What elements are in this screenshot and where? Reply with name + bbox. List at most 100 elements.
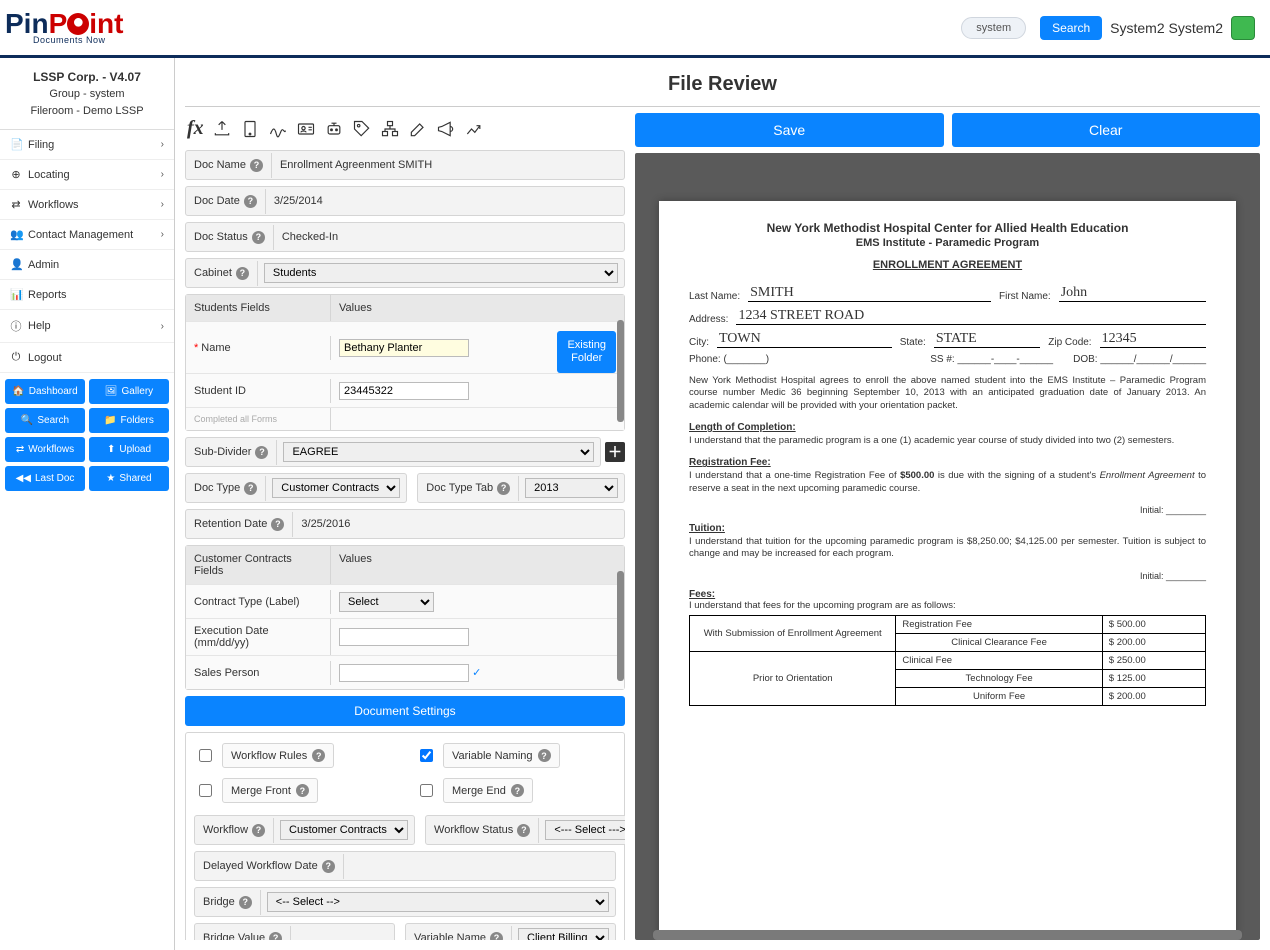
nav-help[interactable]: ⓘHelp› [0,310,174,343]
search-button[interactable]: Search [1040,16,1102,40]
form-column: fx Doc Name? Enrollment Agreenment SMITH [185,113,625,940]
scrollbar-thumb[interactable] [617,320,624,422]
help-icon[interactable]: ? [538,749,551,762]
help-icon[interactable]: ? [252,231,265,244]
doc-date-value[interactable]: 3/25/2014 [266,189,624,213]
field-label: Variable Naming [452,750,533,762]
btn-folders[interactable]: 📁 Folders [89,408,169,433]
doc-title: New York Methodist Hospital Center for A… [689,221,1206,235]
nav-logout[interactable]: ⏻Logout [0,343,174,373]
bridge-select[interactable]: <-- Select --> [267,892,609,912]
variable-name-select[interactable]: Client Billing [518,928,609,940]
btn-gallery[interactable]: 🖼 Gallery [89,379,169,404]
btn-upload[interactable]: ⬆ Upload [89,437,169,462]
scrollbar-thumb[interactable] [617,571,624,681]
add-subdivider-button[interactable]: ＋ [605,442,625,462]
help-icon[interactable]: ? [322,860,335,873]
help-icon[interactable]: ? [511,784,524,797]
help-icon[interactable]: ? [269,932,282,941]
workflow-status-select[interactable]: <--- Select ---> [545,820,625,840]
btn-shared[interactable]: ★ Shared [89,466,169,491]
field-label: Bridge [203,896,235,908]
doc-name-value[interactable]: Enrollment Agreenment SMITH [272,153,624,177]
field-label: Sub-Divider [194,446,251,458]
sales-person-input[interactable] [339,664,469,682]
nav-reports[interactable]: 📊Reports [0,280,174,310]
help-icon[interactable]: ? [239,896,252,909]
merge-end-checkbox[interactable] [420,784,433,797]
workflow-field: Workflow? Customer Contracts [194,815,415,845]
field-label: Execution Date (mm/dd/yy) [186,619,331,655]
students-fields-table: Students Fields Values *Name ExistingFol… [185,294,625,431]
avatar[interactable] [1231,16,1255,40]
nav-label: Workflows [28,199,79,211]
btn-dashboard[interactable]: 🏠 Dashboard [5,379,85,404]
save-button[interactable]: Save [635,113,944,147]
workflow-rules-checkbox[interactable] [199,749,212,762]
nav-filing[interactable]: 📄Filing› [0,130,174,160]
horizontal-scrollbar[interactable] [653,930,1242,940]
sign-icon[interactable] [268,119,288,139]
retention-value[interactable]: 3/25/2016 [293,512,624,536]
field-label: Workflow Rules [231,750,307,762]
workflow-rules-check: Workflow Rules? [194,743,395,768]
doc-toolbar: fx [185,113,625,150]
field-label: Contract Type (Label) [186,590,331,614]
id-icon[interactable] [296,119,316,139]
document-settings-header[interactable]: Document Settings [185,696,625,726]
variable-naming-checkbox[interactable] [420,749,433,762]
nav-label: Filing [28,139,54,151]
tag-icon[interactable] [352,119,372,139]
help-icon[interactable]: ? [271,518,284,531]
workflow-select[interactable]: Customer Contracts [280,820,408,840]
table-row: Sales Person ✓ [186,655,624,689]
delayed-workflow-value[interactable] [344,860,615,872]
nav-workflows[interactable]: ⇄Workflows› [0,190,174,220]
doctype-tab-select[interactable]: 2013 [525,478,618,498]
merge-front-check: Merge Front? [194,778,395,803]
btn-last-doc[interactable]: ◀◀ Last Doc [5,466,85,491]
help-icon[interactable]: ? [517,824,530,837]
help-icon[interactable]: ? [244,482,257,495]
nav-contact-mgmt[interactable]: 👥Contact Management› [0,220,174,250]
btn-workflows[interactable]: ⇄ Workflows [5,437,85,462]
export-icon[interactable] [212,119,232,139]
clear-button[interactable]: Clear [952,113,1261,147]
help-icon[interactable]: ? [236,267,249,280]
help-icon[interactable]: ? [255,446,268,459]
merge-front-checkbox[interactable] [199,784,212,797]
name-input[interactable] [339,339,469,357]
field-label: Sales Person [186,661,331,685]
bot-icon[interactable] [324,119,344,139]
tree-icon[interactable] [380,119,400,139]
device-icon[interactable] [240,119,260,139]
help-icon[interactable]: ? [490,932,503,941]
sidebar-buttons: 🏠 Dashboard 🖼 Gallery 🔍 Search 📁 Folders… [0,373,174,497]
field-label: Student ID [186,379,331,403]
nav-admin[interactable]: 👤Admin [0,250,174,280]
help-icon[interactable]: ? [244,195,257,208]
chart-icon[interactable] [464,119,484,139]
nav-locating[interactable]: ⊕Locating› [0,160,174,190]
announce-icon[interactable] [436,119,456,139]
execution-date-input[interactable] [339,628,469,646]
workflow-status-field: Workflow Status? <--- Select ---> [425,815,625,845]
search-scope-pill[interactable]: system [961,17,1026,39]
cabinet-select[interactable]: Students [264,263,618,283]
cabinet-field: Cabinet? Students [185,258,625,288]
existing-folder-button[interactable]: ExistingFolder [557,331,616,373]
help-icon[interactable]: ? [296,784,309,797]
subdivider-select[interactable]: EAGREE [283,442,594,462]
edit-icon[interactable] [408,119,428,139]
contract-type-select[interactable]: Select [339,592,434,612]
user-name: System2 System2 [1110,20,1223,36]
bridge-value-value[interactable] [291,932,394,940]
help-icon[interactable]: ? [497,482,510,495]
student-id-input[interactable] [339,382,469,400]
help-icon[interactable]: ? [252,824,265,837]
help-icon[interactable]: ? [250,159,263,172]
help-icon[interactable]: ? [312,749,325,762]
btn-search[interactable]: 🔍 Search [5,408,85,433]
fx-icon[interactable]: fx [187,117,204,140]
doctype-select[interactable]: Customer Contracts [272,478,400,498]
